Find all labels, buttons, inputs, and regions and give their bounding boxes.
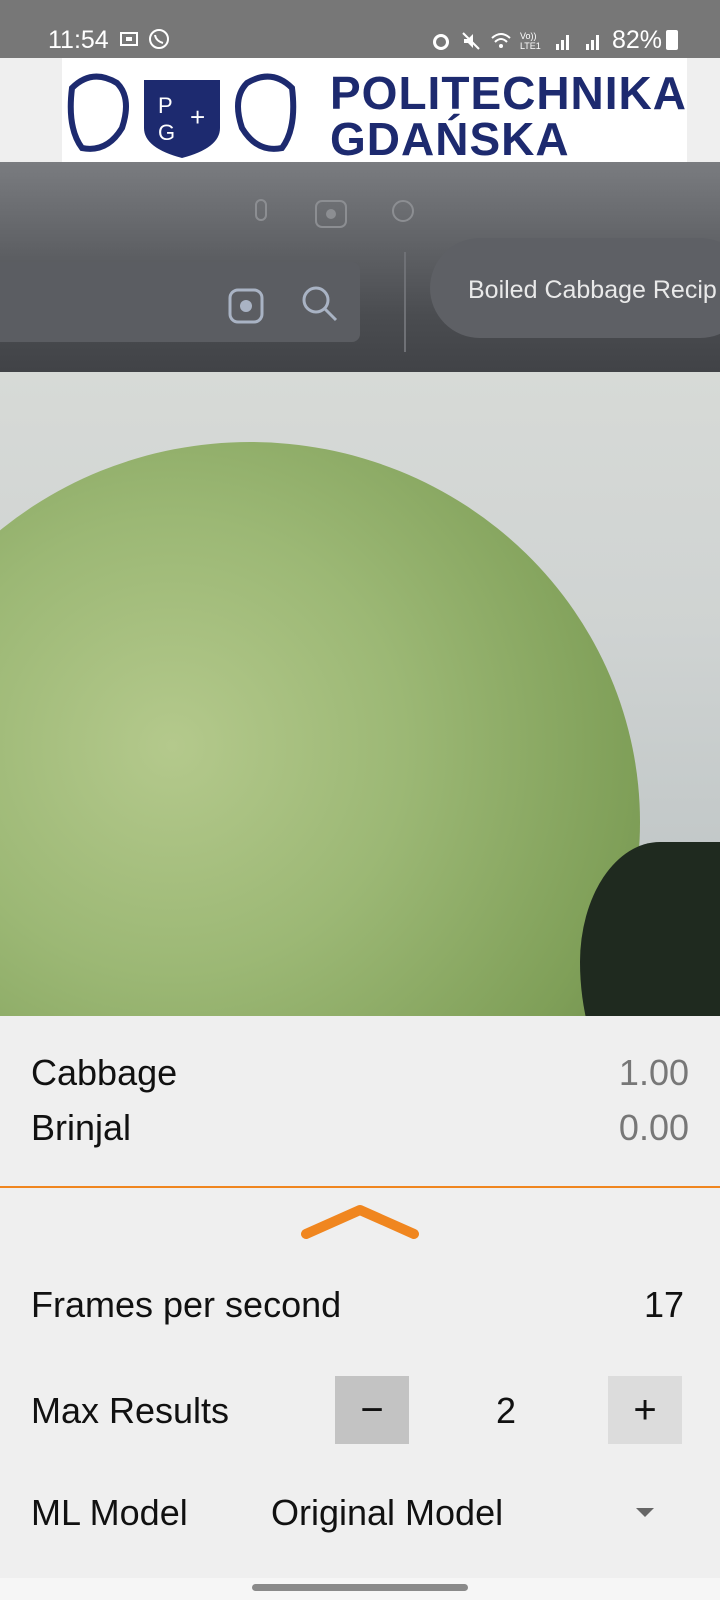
- status-left-icons: [118, 28, 170, 50]
- battery-icon: [666, 30, 678, 50]
- result-row: Cabbage 1.00: [31, 1052, 689, 1102]
- status-time: 11:54: [48, 26, 109, 54]
- dropdown-arrow-icon[interactable]: [636, 1508, 654, 1517]
- fps-value: 17: [644, 1284, 685, 1325]
- viber-icon: [149, 29, 169, 49]
- classification-results: Cabbage 1.00 Brinjal 0.00: [0, 1016, 720, 1188]
- banner-title-line2: GDAŃSKA: [330, 113, 570, 162]
- result-row: Brinjal 0.00: [31, 1107, 689, 1157]
- result-label: Brinjal: [31, 1107, 132, 1148]
- status-bar: 11:54 Vo)) LTE1 82%: [0, 0, 720, 58]
- crest-letters: P: [158, 93, 173, 118]
- navigation-bar: [0, 1578, 720, 1600]
- max-results-value: 2: [496, 1390, 517, 1431]
- mic-icon: [255, 199, 267, 221]
- alarm-icon: [432, 33, 449, 50]
- result-label: Cabbage: [31, 1052, 178, 1093]
- result-score: 0.00: [618, 1107, 689, 1148]
- screenshot-icon: [120, 32, 138, 46]
- search-icon: [392, 200, 414, 222]
- wifi-icon: [491, 32, 511, 48]
- fps-label: Frames per second: [31, 1284, 342, 1325]
- home-handle[interactable]: [252, 1584, 468, 1591]
- settings-bottom-sheet: Frames per second 17 Max Results − 2 + M…: [0, 1188, 720, 1578]
- lens-icon: [228, 288, 264, 324]
- camera-preview: Boiled Cabbage Recip: [0, 162, 720, 1016]
- increase-max-results-button[interactable]: +: [608, 1376, 682, 1444]
- chevron-up-icon[interactable]: [300, 1200, 420, 1240]
- max-results-label: Max Results: [31, 1390, 230, 1431]
- preview-tab-text: Boiled Cabbage Recip: [468, 276, 717, 304]
- preview-divider: [404, 252, 406, 352]
- search-icon: [302, 286, 338, 322]
- svg-text:+: +: [190, 102, 205, 132]
- battery-percent: 82%: [611, 26, 662, 54]
- signal-icon: [585, 34, 599, 50]
- ml-model-dropdown[interactable]: Original Model: [271, 1492, 503, 1534]
- svg-text:G: G: [158, 120, 175, 145]
- lens-icon: [315, 200, 347, 228]
- university-crest-logo: P G +: [67, 73, 297, 158]
- volte-icon: Vo)) LTE1: [519, 30, 541, 51]
- status-right-icons: Vo)) LTE1 82%: [430, 26, 662, 55]
- preview-browser-tab: Boiled Cabbage Recip: [430, 238, 720, 338]
- university-banner: P G + POLITECHNIKA GDAŃSKA: [62, 58, 687, 162]
- result-score: 1.00: [618, 1052, 689, 1093]
- ml-model-label: ML Model: [31, 1492, 188, 1533]
- signal-icon: [555, 34, 569, 50]
- decrease-max-results-button[interactable]: −: [335, 1376, 409, 1444]
- mute-icon: [462, 31, 480, 50]
